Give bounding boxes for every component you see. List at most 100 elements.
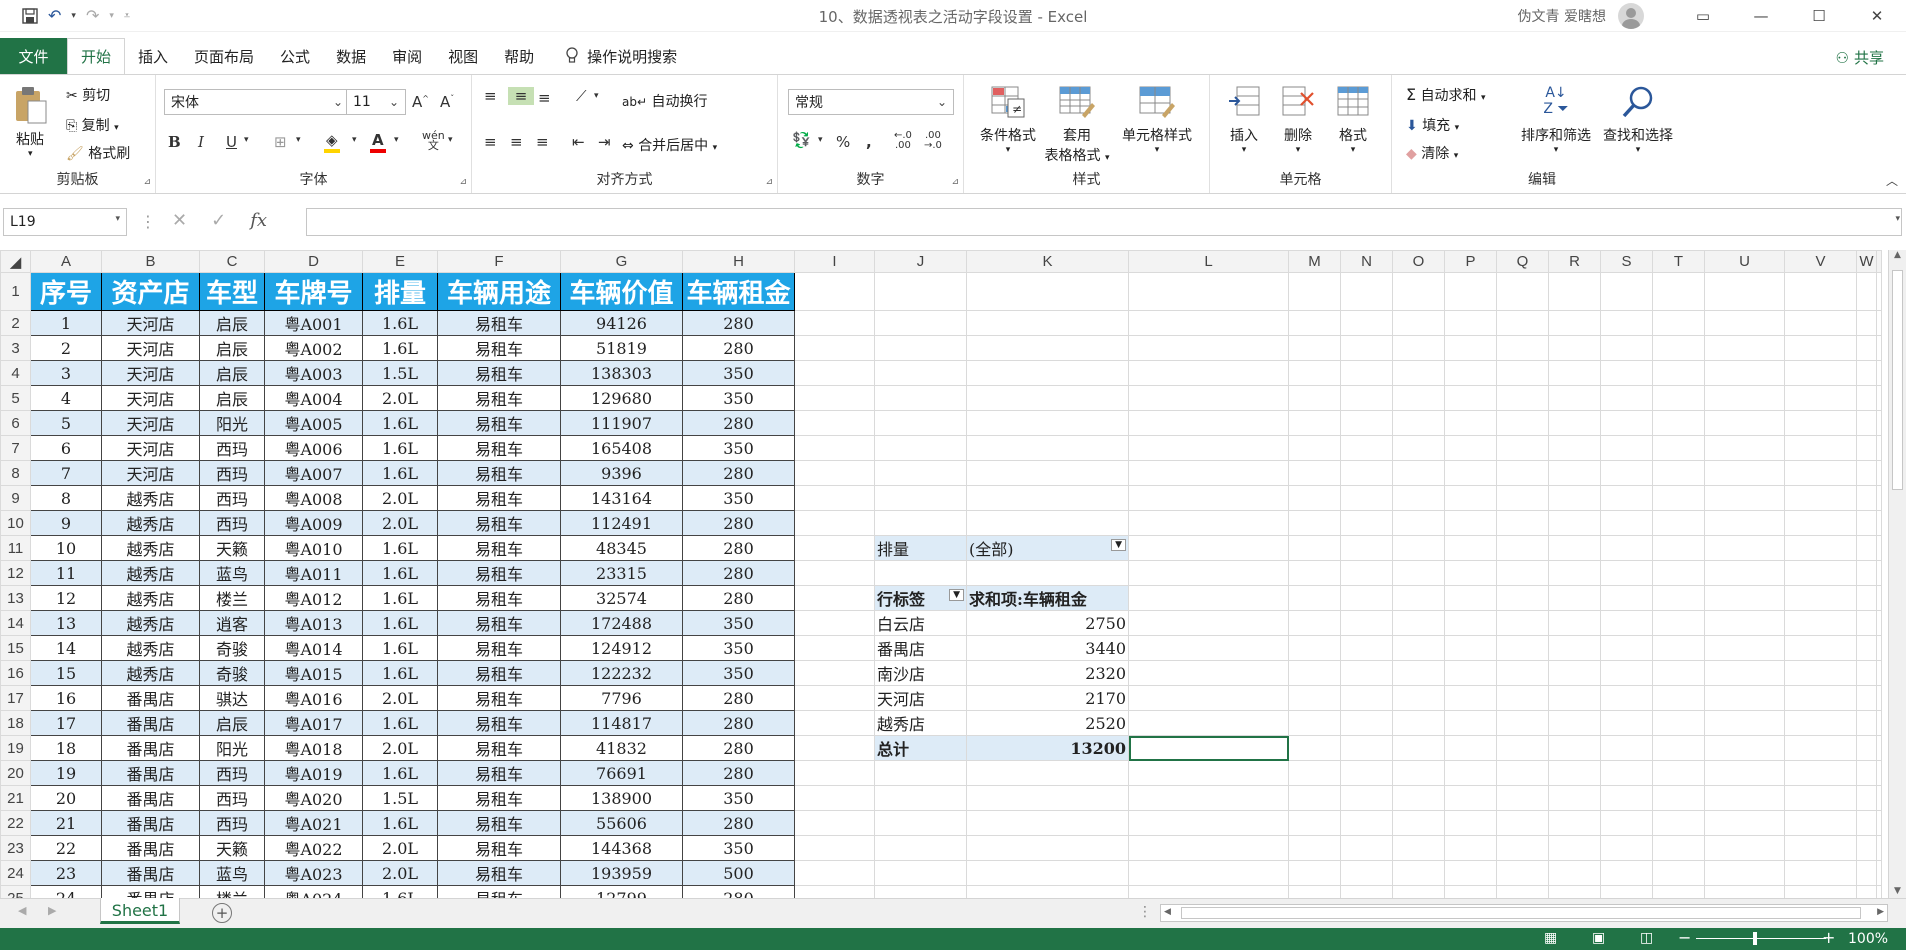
table-cell[interactable]: 55606 bbox=[560, 810, 683, 836]
page-break-view-icon[interactable]: ◫ bbox=[1640, 930, 1653, 946]
sheet-tab-sheet1[interactable]: Sheet1 bbox=[100, 898, 180, 924]
table-cell[interactable]: 天河店 bbox=[101, 410, 200, 436]
empty-cell[interactable] bbox=[966, 885, 1129, 898]
table-cell[interactable]: 10 bbox=[30, 535, 102, 561]
font-launcher-icon[interactable]: ⊿ bbox=[459, 177, 467, 187]
empty-cell[interactable] bbox=[1444, 560, 1497, 586]
empty-cell[interactable] bbox=[1652, 335, 1705, 361]
table-cell[interactable]: 粤A012 bbox=[264, 585, 363, 611]
table-cell[interactable]: 粤A015 bbox=[264, 660, 363, 686]
table-cell[interactable]: 1.6L bbox=[362, 660, 438, 686]
empty-cell[interactable] bbox=[1444, 510, 1497, 536]
table-cell[interactable]: 番禺店 bbox=[101, 835, 200, 861]
empty-cell[interactable] bbox=[794, 335, 875, 361]
zoom-in-icon[interactable]: + bbox=[1822, 928, 1835, 947]
table-cell[interactable]: 350 bbox=[682, 485, 795, 511]
undo-dropdown-icon[interactable]: ▾ bbox=[71, 11, 76, 21]
empty-cell[interactable] bbox=[966, 385, 1129, 411]
column-header-a[interactable]: A bbox=[30, 250, 102, 273]
column-header-j[interactable]: J bbox=[874, 250, 967, 273]
page-layout-view-icon[interactable]: ▣ bbox=[1592, 930, 1605, 946]
table-cell[interactable]: 易租车 bbox=[437, 510, 561, 536]
empty-cell[interactable] bbox=[966, 360, 1129, 386]
alignment-launcher-icon[interactable]: ⊿ bbox=[765, 177, 773, 187]
empty-cell[interactable] bbox=[1600, 885, 1653, 898]
empty-cell[interactable] bbox=[1548, 272, 1601, 311]
empty-cell[interactable] bbox=[1444, 585, 1497, 611]
empty-cell[interactable] bbox=[1652, 610, 1705, 636]
table-cell[interactable]: 41832 bbox=[560, 735, 683, 761]
empty-cell[interactable] bbox=[1600, 385, 1653, 411]
empty-cell[interactable] bbox=[1392, 835, 1445, 861]
empty-cell[interactable] bbox=[966, 560, 1129, 586]
empty-cell[interactable] bbox=[1128, 885, 1289, 898]
redo-dropdown-icon[interactable]: ▾ bbox=[109, 11, 114, 21]
empty-cell[interactable] bbox=[1496, 560, 1549, 586]
phonetic-dropdown-icon[interactable]: ▾ bbox=[448, 135, 453, 145]
empty-cell[interactable] bbox=[1496, 435, 1549, 461]
fill-color-dropdown-icon[interactable]: ▾ bbox=[352, 135, 357, 145]
table-cell[interactable]: 易租车 bbox=[437, 610, 561, 636]
empty-cell[interactable] bbox=[1444, 485, 1497, 511]
table-cell[interactable]: 165408 bbox=[560, 435, 683, 461]
empty-cell[interactable] bbox=[1340, 485, 1393, 511]
table-cell[interactable]: 西玛 bbox=[199, 810, 265, 836]
empty-cell[interactable] bbox=[1496, 485, 1549, 511]
empty-cell[interactable] bbox=[794, 435, 875, 461]
table-cell[interactable]: 1.6L bbox=[362, 335, 438, 361]
tab-split-grip-icon[interactable]: ⋮ bbox=[1138, 904, 1152, 920]
empty-cell[interactable] bbox=[1392, 710, 1445, 736]
vertical-scrollbar[interactable]: ▲ ▼ bbox=[1888, 250, 1906, 898]
empty-cell[interactable] bbox=[1856, 660, 1877, 686]
pivot-row-value[interactable]: 2520 bbox=[966, 710, 1129, 736]
table-cell[interactable]: 280 bbox=[682, 885, 795, 898]
empty-cell[interactable] bbox=[1704, 710, 1785, 736]
table-cell[interactable]: 阳光 bbox=[199, 410, 265, 436]
pivot-total-value[interactable]: 13200 bbox=[966, 735, 1129, 761]
empty-cell[interactable] bbox=[1652, 660, 1705, 686]
empty-cell[interactable] bbox=[1288, 485, 1341, 511]
empty-cell[interactable] bbox=[1856, 610, 1877, 636]
empty-cell[interactable] bbox=[1128, 460, 1289, 486]
empty-cell[interactable] bbox=[1704, 685, 1785, 711]
share-button[interactable]: ⚇ 共享 bbox=[1836, 47, 1884, 68]
table-cell[interactable]: 西玛 bbox=[199, 785, 265, 811]
table-cell[interactable]: 280 bbox=[682, 735, 795, 761]
empty-cell[interactable] bbox=[1548, 685, 1601, 711]
empty-cell[interactable] bbox=[874, 460, 967, 486]
empty-cell[interactable] bbox=[966, 310, 1129, 336]
empty-cell[interactable] bbox=[1496, 685, 1549, 711]
table-cell[interactable]: 易租车 bbox=[437, 560, 561, 586]
empty-cell[interactable] bbox=[1856, 860, 1877, 886]
empty-cell[interactable] bbox=[874, 860, 967, 886]
border-icon[interactable]: ⊞ bbox=[274, 133, 287, 151]
insert-cells-button[interactable]: 插入 ▾ bbox=[1220, 85, 1268, 155]
empty-cell[interactable] bbox=[1288, 785, 1341, 811]
empty-cell[interactable] bbox=[1856, 485, 1877, 511]
empty-cell[interactable] bbox=[1784, 660, 1857, 686]
table-cell[interactable]: 2.0L bbox=[362, 510, 438, 536]
empty-cell[interactable] bbox=[874, 510, 967, 536]
table-cell[interactable]: 11 bbox=[30, 560, 102, 586]
table-cell[interactable]: 骐达 bbox=[199, 685, 265, 711]
empty-cell[interactable] bbox=[1496, 510, 1549, 536]
table-cell[interactable]: 易租车 bbox=[437, 710, 561, 736]
table-cell[interactable]: 16 bbox=[30, 685, 102, 711]
font-color-icon[interactable]: A bbox=[370, 131, 386, 153]
empty-cell[interactable] bbox=[1856, 272, 1877, 311]
row-header[interactable]: 2 bbox=[0, 310, 31, 336]
empty-cell[interactable] bbox=[1600, 685, 1653, 711]
empty-cell[interactable] bbox=[1652, 410, 1705, 436]
empty-cell[interactable] bbox=[1784, 685, 1857, 711]
empty-cell[interactable] bbox=[1496, 335, 1549, 361]
table-cell[interactable]: 23 bbox=[30, 860, 102, 886]
table-cell[interactable]: 粤A020 bbox=[264, 785, 363, 811]
fill-button[interactable]: ⬇ 填充 ▾ bbox=[1406, 115, 1459, 135]
empty-cell[interactable] bbox=[1784, 410, 1857, 436]
empty-cell[interactable] bbox=[1392, 510, 1445, 536]
zoom-slider[interactable] bbox=[1696, 938, 1826, 939]
table-cell[interactable]: 粤A006 bbox=[264, 435, 363, 461]
empty-cell[interactable] bbox=[1704, 535, 1785, 561]
align-center-icon[interactable]: ≡ bbox=[510, 133, 523, 151]
empty-cell[interactable] bbox=[966, 785, 1129, 811]
